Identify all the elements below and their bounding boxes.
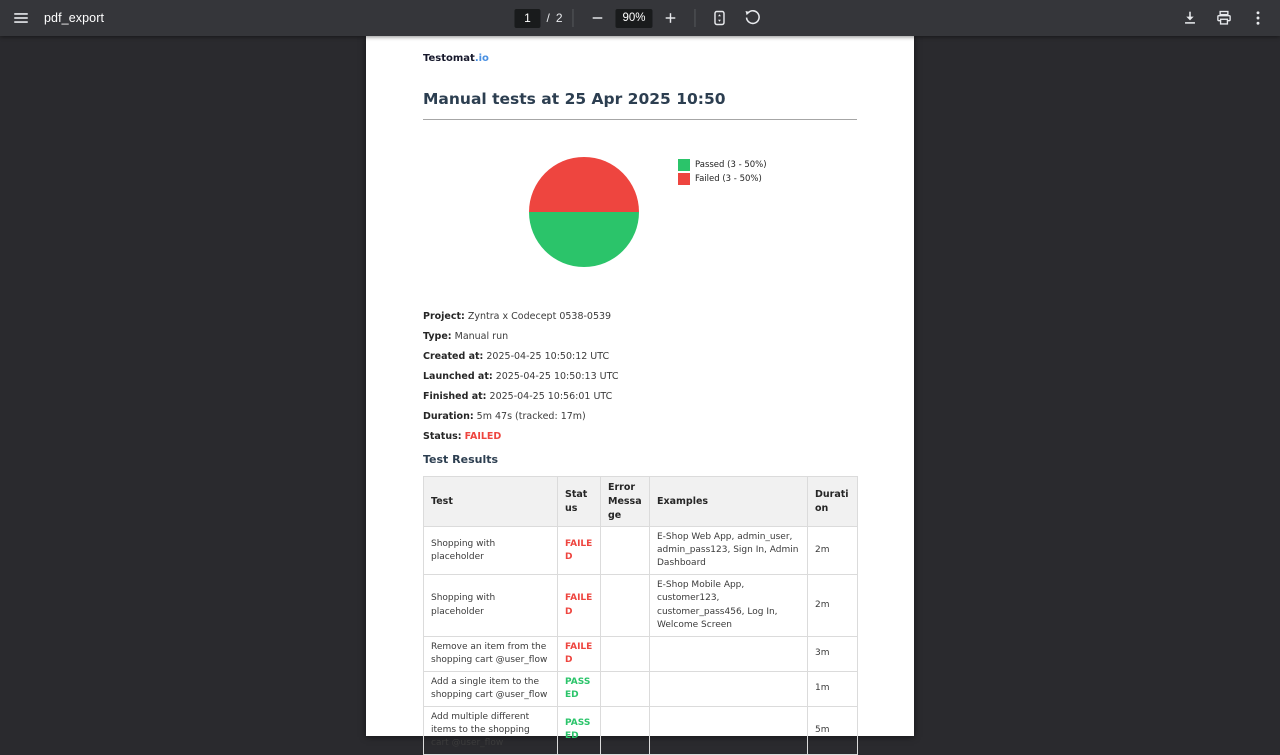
cell-examples [650, 636, 808, 671]
detail-project: Project: Zyntra x Codecept 0538-0539 [423, 307, 857, 327]
more-options-button[interactable] [1244, 4, 1272, 32]
pdf-page: Testomat.io Manual tests at 25 Apr 2025 … [366, 36, 914, 736]
table-row: Add multiple different items to the shop… [424, 706, 858, 754]
page-total: 2 [556, 11, 563, 25]
toolbar-center-controls: / 2 90% [514, 0, 765, 36]
cell-status: PASSED [558, 706, 601, 754]
zoom-in-icon [663, 10, 679, 26]
zoom-out-button[interactable] [584, 4, 612, 32]
pdf-content: Testomat.io Manual tests at 25 Apr 2025 … [366, 36, 914, 755]
header-status: Status [558, 477, 601, 527]
zoom-out-icon [590, 10, 606, 26]
header-test: Test [424, 477, 558, 527]
detail-type: Type: Manual run [423, 327, 857, 347]
status-value: FAILED [465, 431, 502, 442]
table-row: Shopping with placeholder FAILED E-Shop … [424, 527, 858, 575]
toolbar-separator [573, 9, 574, 27]
cell-duration: 2m [808, 527, 858, 575]
cell-status: FAILED [558, 575, 601, 636]
menu-button[interactable] [7, 4, 35, 32]
testomat-logo: Testomat.io [423, 52, 857, 66]
detail-duration: Duration: 5m 47s (tracked: 17m) [423, 407, 857, 427]
page-divider: / [546, 11, 549, 25]
menu-icon [12, 9, 30, 27]
cell-error [601, 671, 650, 706]
cell-duration: 2m [808, 575, 858, 636]
toolbar-right-controls [1176, 4, 1272, 32]
legend-label: Passed (3 - 50%) [695, 160, 767, 170]
table-header-row: Test Status Error Message Examples Durat… [424, 477, 858, 527]
table-row: Shopping with placeholder FAILED E-Shop … [424, 575, 858, 636]
detail-finished-at: Finished at: 2025-04-25 10:56:01 UTC [423, 387, 857, 407]
download-button[interactable] [1176, 4, 1204, 32]
rotate-ccw-icon [743, 9, 761, 27]
section-title: Test Results [423, 453, 857, 467]
header-examples: Examples [650, 477, 808, 527]
cell-test: Shopping with placeholder [424, 575, 558, 636]
legend-swatch [678, 159, 690, 171]
logo-suffix: .io [475, 53, 489, 64]
test-results-table: Test Status Error Message Examples Durat… [423, 476, 858, 755]
cell-test: Add a single item to the shopping cart @… [424, 671, 558, 706]
cell-error [601, 575, 650, 636]
cell-duration: 3m [808, 636, 858, 671]
cell-duration: 5m [808, 706, 858, 754]
cell-test: Remove an item from the shopping cart @u… [424, 636, 558, 671]
logo-text: Testomat [423, 53, 475, 64]
legend-swatch [678, 173, 690, 185]
cell-test: Shopping with placeholder [424, 527, 558, 575]
cell-examples: E-Shop Mobile App, customer123, customer… [650, 575, 808, 636]
cell-status: FAILED [558, 636, 601, 671]
viewer-canvas[interactable]: Testomat.io Manual tests at 25 Apr 2025 … [0, 36, 1280, 720]
detail-status: Status: FAILED [423, 427, 857, 447]
cell-error [601, 636, 650, 671]
results-chart-area: Passed (3 - 50%) Failed (3 - 50%) [423, 120, 857, 307]
page-number-input[interactable] [514, 9, 540, 28]
cell-error [601, 527, 650, 575]
fit-page-icon [711, 9, 729, 27]
rotate-button[interactable] [738, 4, 766, 32]
legend-item-failed: Failed (3 - 50%) [678, 172, 767, 186]
toolbar-separator [695, 9, 696, 27]
cell-duration: 1m [808, 671, 858, 706]
legend-item-passed: Passed (3 - 50%) [678, 158, 767, 172]
fit-page-button[interactable] [706, 4, 734, 32]
print-icon [1215, 9, 1233, 27]
header-duration: Duration [808, 477, 858, 527]
cell-examples [650, 706, 808, 754]
legend-label: Failed (3 - 50%) [695, 174, 762, 184]
table-row: Remove an item from the shopping cart @u… [424, 636, 858, 671]
report-title: Manual tests at 25 Apr 2025 10:50 [423, 89, 857, 109]
cell-error [601, 706, 650, 754]
pdf-viewer-toolbar: pdf_export / 2 90% [0, 0, 1280, 36]
more-vert-icon [1249, 9, 1267, 27]
document-title: pdf_export [44, 0, 104, 36]
chart-legend: Passed (3 - 50%) Failed (3 - 50%) [678, 158, 767, 186]
cell-status: PASSED [558, 671, 601, 706]
table-row: Add a single item to the shopping cart @… [424, 671, 858, 706]
cell-status: FAILED [558, 527, 601, 575]
download-icon [1181, 9, 1199, 27]
cell-test: Add multiple different items to the shop… [424, 706, 558, 754]
print-button[interactable] [1210, 4, 1238, 32]
zoom-in-button[interactable] [657, 4, 685, 32]
detail-created-at: Created at: 2025-04-25 10:50:12 UTC [423, 347, 857, 367]
pie-chart [529, 157, 639, 267]
cell-examples: E-Shop Web App, admin_user, admin_pass12… [650, 527, 808, 575]
detail-launched-at: Launched at: 2025-04-25 10:50:13 UTC [423, 367, 857, 387]
cell-examples [650, 671, 808, 706]
header-error-message: Error Message [601, 477, 650, 527]
zoom-level-display[interactable]: 90% [616, 9, 653, 28]
